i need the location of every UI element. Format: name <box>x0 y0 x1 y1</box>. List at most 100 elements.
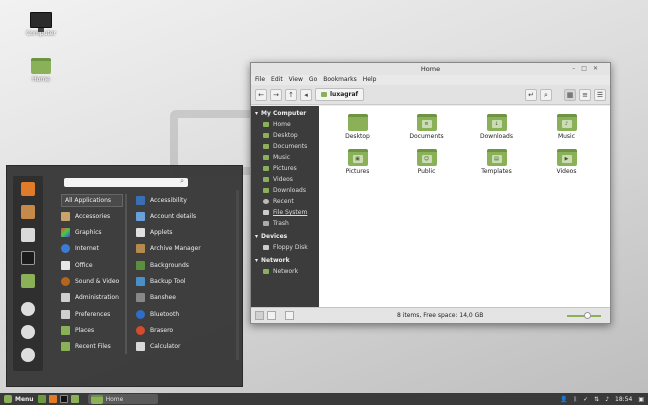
category-internet[interactable]: Internet <box>61 242 99 255</box>
taskbar-item-home[interactable]: Home <box>87 394 158 404</box>
file-item-documents[interactable]: ≡ Documents <box>404 114 449 140</box>
sidebar-item-desktop[interactable]: Desktop <box>251 130 319 141</box>
desktop-computer-icon[interactable]: Computer <box>16 12 66 37</box>
app-calculator[interactable]: Calculator <box>136 340 180 353</box>
compact-view-button[interactable]: ☰ <box>594 88 606 101</box>
category-all-applications[interactable]: All Applications <box>61 194 123 207</box>
file-item-desktop[interactable]: Desktop <box>335 114 380 140</box>
sidebar: ▾ My Computer Home Desktop Documents Mus… <box>251 106 319 308</box>
app-account-details[interactable]: Account details <box>136 210 196 223</box>
files-launcher-icon[interactable] <box>70 395 79 403</box>
sidebar-item-recent[interactable]: Recent <box>251 196 319 207</box>
sidebar-item-downloads[interactable]: Downloads <box>251 185 319 196</box>
sidebar-item-trash[interactable]: Trash <box>251 218 319 229</box>
menu-help[interactable]: Help <box>363 75 377 85</box>
app-accessibility[interactable]: Accessibility <box>136 194 187 207</box>
up-button[interactable]: ↑ <box>285 88 297 101</box>
home-icon <box>321 92 327 97</box>
minimize-icon[interactable]: – <box>572 65 581 72</box>
network-tray-icon[interactable]: ⇅ <box>594 396 599 403</box>
search-button[interactable]: ⌕ <box>540 88 552 101</box>
system-settings-icon[interactable] <box>21 228 35 242</box>
close-icon[interactable]: ✕ <box>593 65 604 72</box>
file-item-public[interactable]: ☺ Public <box>404 149 449 175</box>
logout-icon[interactable] <box>21 325 35 339</box>
apps-scrollbar[interactable] <box>236 190 239 360</box>
shutdown-icon[interactable] <box>21 348 35 362</box>
search-input[interactable]: ⌕ <box>64 177 188 187</box>
terminal-launcher-icon[interactable] <box>59 395 68 403</box>
files-icon[interactable] <box>21 274 35 288</box>
sidebar-item-home[interactable]: Home <box>251 119 319 130</box>
user-icon[interactable]: 👤 <box>560 396 567 403</box>
file-item-videos[interactable]: ▶ Videos <box>544 149 589 175</box>
list-view-button[interactable]: ≡ <box>579 88 591 101</box>
sidebar-toggle-button[interactable] <box>285 311 294 320</box>
menu-bookmarks[interactable]: Bookmarks <box>323 75 357 85</box>
app-applets[interactable]: Applets <box>136 226 173 239</box>
menu-edit[interactable]: Edit <box>271 75 283 85</box>
notification-icon[interactable]: ▣ <box>638 396 644 403</box>
category-recent-files[interactable]: Recent Files <box>61 340 111 353</box>
show-desktop-icon[interactable] <box>37 395 46 403</box>
forward-button[interactable]: → <box>270 88 282 101</box>
statusbar: 8 items, Free space: 14,0 GB <box>251 307 610 323</box>
brasero-icon <box>136 326 145 335</box>
breadcrumb[interactable]: luxagraf <box>315 88 365 101</box>
clock[interactable]: 18:54 <box>615 396 632 403</box>
new-folder-button[interactable]: ↵ <box>525 88 537 101</box>
volume-icon[interactable]: ♪ <box>605 396 609 403</box>
sidebar-item-videos[interactable]: Videos <box>251 174 319 185</box>
category-preferences[interactable]: Preferences <box>61 308 110 321</box>
file-item-downloads[interactable]: ↓ Downloads <box>474 114 519 140</box>
app-banshee[interactable]: Banshee <box>136 291 176 304</box>
menu-go[interactable]: Go <box>309 75 317 85</box>
categories-scrollbar[interactable] <box>125 194 127 354</box>
zoom-slider-handle[interactable] <box>584 312 591 319</box>
category-graphics[interactable]: Graphics <box>61 226 102 239</box>
file-item-music[interactable]: ♪ Music <box>544 114 589 140</box>
icon-view-button[interactable]: ▦ <box>564 88 576 101</box>
app-brasero[interactable]: Brasero <box>136 324 173 337</box>
category-sound-video[interactable]: Sound & Video <box>61 275 119 288</box>
status-text: 8 items, Free space: 14,0 GB <box>397 312 484 319</box>
category-places[interactable]: Places <box>61 324 94 337</box>
sidebar-item-music[interactable]: Music <box>251 152 319 163</box>
terminal-icon[interactable] <box>21 251 35 265</box>
category-administration[interactable]: Administration <box>61 291 119 304</box>
firefox-icon[interactable] <box>21 182 35 196</box>
app-archive-manager[interactable]: Archive Manager <box>136 242 201 255</box>
firefox-launcher-icon[interactable] <box>48 395 57 403</box>
sidebar-section-network[interactable]: ▾ Network <box>251 253 319 266</box>
back-button[interactable]: ← <box>255 88 267 101</box>
window-titlebar[interactable]: Home –□✕ <box>251 63 610 75</box>
file-item-templates[interactable]: ▤ Templates <box>474 149 519 175</box>
sidebar-item-pictures[interactable]: Pictures <box>251 163 319 174</box>
places-toggle-button[interactable] <box>255 311 264 320</box>
folder-icon: ▶ <box>556 149 577 166</box>
category-office[interactable]: Office <box>61 259 93 272</box>
menu-file[interactable]: File <box>255 75 265 85</box>
toggle-location-button[interactable]: ◂ <box>300 88 312 101</box>
menu-view[interactable]: View <box>289 75 303 85</box>
tree-toggle-button[interactable] <box>267 311 276 320</box>
file-item-pictures[interactable]: ▣ Pictures <box>335 149 380 175</box>
maximize-icon[interactable]: □ <box>581 65 593 72</box>
lock-screen-icon[interactable] <box>21 302 35 316</box>
sidebar-item-file-system[interactable]: File System <box>251 207 319 218</box>
folder-icon: ↓ <box>486 114 507 131</box>
category-accessories[interactable]: Accessories <box>61 210 110 223</box>
app-backgrounds[interactable]: Backgrounds <box>136 259 189 272</box>
sidebar-item-documents[interactable]: Documents <box>251 141 319 152</box>
desktop-home-icon[interactable]: Home <box>16 58 66 83</box>
bluetooth-tray-icon[interactable]: ᛒ <box>574 396 578 403</box>
sidebar-item-floppy[interactable]: Floppy Disk <box>251 242 319 253</box>
app-bluetooth[interactable]: Bluetooth <box>136 308 179 321</box>
update-icon[interactable]: ✓ <box>583 396 588 403</box>
sidebar-item-network[interactable]: Network <box>251 266 319 277</box>
app-backup-tool[interactable]: Backup Tool <box>136 275 186 288</box>
software-manager-icon[interactable] <box>21 205 35 219</box>
sidebar-section-my-computer[interactable]: ▾ My Computer <box>251 106 319 119</box>
menu-button[interactable]: Menu <box>0 395 38 403</box>
sidebar-section-devices[interactable]: ▾ Devices <box>251 229 319 242</box>
